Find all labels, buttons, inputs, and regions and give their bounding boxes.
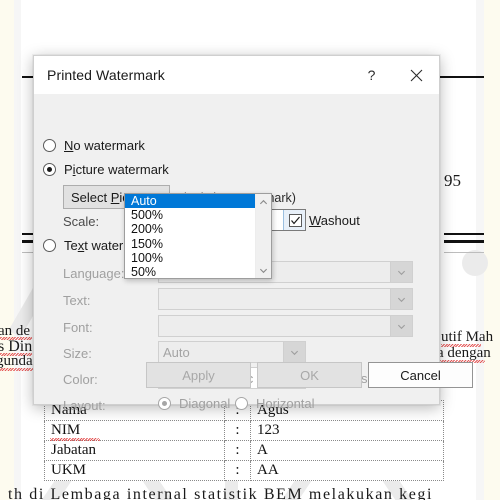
dropdown-item-200[interactable]: 200% xyxy=(125,222,255,236)
dropdown-item-auto[interactable]: Auto xyxy=(125,194,255,209)
radio-no-watermark[interactable]: No watermark xyxy=(43,138,145,153)
radio-icon xyxy=(43,239,56,252)
table-cell-colon: : xyxy=(224,440,251,461)
radio-label-diagonal: Diagonal xyxy=(179,396,231,411)
question-mark-icon: ? xyxy=(367,67,376,83)
table-cell-label: Jabatan xyxy=(44,440,225,461)
radio-icon-selected xyxy=(43,163,56,176)
ok-label: OK xyxy=(300,367,319,383)
chevron-down-icon xyxy=(397,270,406,275)
dialog-title: Printed Watermark xyxy=(47,67,165,83)
radio-label-picture-watermark: Picture watermark xyxy=(64,162,169,177)
close-button[interactable] xyxy=(394,56,439,94)
dialog-titlebar: Printed Watermark ? xyxy=(34,56,439,94)
page-right-margin xyxy=(484,0,500,500)
radio-layout-diagonal: Diagonal xyxy=(158,396,230,411)
scale-label: Scale: xyxy=(63,214,100,229)
radio-icon-disabled xyxy=(235,397,248,410)
cancel-button[interactable]: Cancel xyxy=(368,362,473,388)
chevron-down-icon xyxy=(397,297,406,302)
font-label: Font: xyxy=(63,320,93,335)
dialog-button-row: Apply OK Cancel xyxy=(34,362,473,394)
page-left-band xyxy=(14,0,21,500)
cancel-label: Cancel xyxy=(400,367,441,383)
help-button[interactable]: ? xyxy=(349,56,394,94)
chevron-down-icon xyxy=(397,324,406,329)
watermark-shape xyxy=(462,250,488,276)
ok-button[interactable]: OK xyxy=(257,362,362,388)
chevron-down-icon xyxy=(259,268,268,273)
radio-icon xyxy=(43,139,56,152)
dropdown-item-500[interactable]: 500% xyxy=(125,208,255,222)
titlebar-buttons: ? xyxy=(349,56,439,94)
chevron-up-icon xyxy=(259,199,268,204)
document-rule xyxy=(444,252,484,253)
radio-label-horizontal: Horizontal xyxy=(256,396,315,411)
document-rule xyxy=(444,233,484,235)
radio-layout-horizontal: Horizontal xyxy=(235,396,315,411)
table-cell-value: 123 xyxy=(250,420,444,441)
close-icon xyxy=(410,69,423,81)
apply-button[interactable]: Apply xyxy=(146,362,251,388)
layout-label: Layout: xyxy=(63,398,106,413)
table-cell-colon: : xyxy=(224,420,251,441)
size-combobox: Auto xyxy=(158,341,306,363)
document-rule xyxy=(444,240,484,243)
page-left-margin xyxy=(0,0,14,500)
text-dropdown-arrow xyxy=(390,289,412,309)
radio-label-no-watermark: No watermark xyxy=(64,138,145,153)
apply-label: Apply xyxy=(182,367,215,383)
radio-picture-watermark[interactable]: Picture watermark xyxy=(43,162,169,177)
table-row: Jabatan : A xyxy=(44,440,444,461)
checkbox-icon-checked xyxy=(289,214,302,227)
scroll-down-button[interactable] xyxy=(259,262,268,278)
check-icon xyxy=(291,216,300,225)
language-dropdown-arrow xyxy=(390,262,412,282)
scroll-up-button[interactable] xyxy=(259,194,268,210)
dropdown-item-100[interactable]: 100% xyxy=(125,251,255,265)
text-combobox xyxy=(158,288,413,310)
washout-checkbox-row[interactable]: Washout xyxy=(289,213,360,228)
table-row: UKM : AA xyxy=(44,460,444,481)
table-cell-value: A xyxy=(250,440,444,461)
table-row: NIM : 123 xyxy=(44,420,444,441)
table-cell-value: AA xyxy=(250,460,444,481)
washout-label: Washout xyxy=(309,213,360,228)
text-label: Text: xyxy=(63,293,91,308)
font-dropdown-arrow xyxy=(390,316,412,336)
dropdown-item-150[interactable]: 150% xyxy=(125,237,255,251)
document-paragraph-line: th di Lembaga internal statistik BEM mel… xyxy=(8,486,434,500)
size-value: Auto xyxy=(163,344,190,360)
page-number: 95 xyxy=(444,171,461,190)
scale-dropdown-list[interactable]: Auto 500% 200% 150% 100% 50% xyxy=(124,193,272,279)
spellcheck-squiggle xyxy=(0,368,34,371)
chevron-down-icon xyxy=(290,350,299,355)
radio-icon-selected-disabled xyxy=(158,397,171,410)
table-cell-colon: : xyxy=(224,460,251,481)
dropdown-item-50[interactable]: 50% xyxy=(125,265,255,279)
dropdown-scrollbar[interactable] xyxy=(255,194,271,278)
size-label: Size: xyxy=(63,346,92,361)
spellcheck-squiggle xyxy=(50,438,100,441)
font-combobox xyxy=(158,315,413,337)
table-cell-label: UKM xyxy=(44,460,225,481)
dropdown-items: Auto 500% 200% 150% 100% 50% xyxy=(125,194,255,279)
size-dropdown-arrow xyxy=(283,342,305,362)
language-label: Language: xyxy=(63,266,125,281)
